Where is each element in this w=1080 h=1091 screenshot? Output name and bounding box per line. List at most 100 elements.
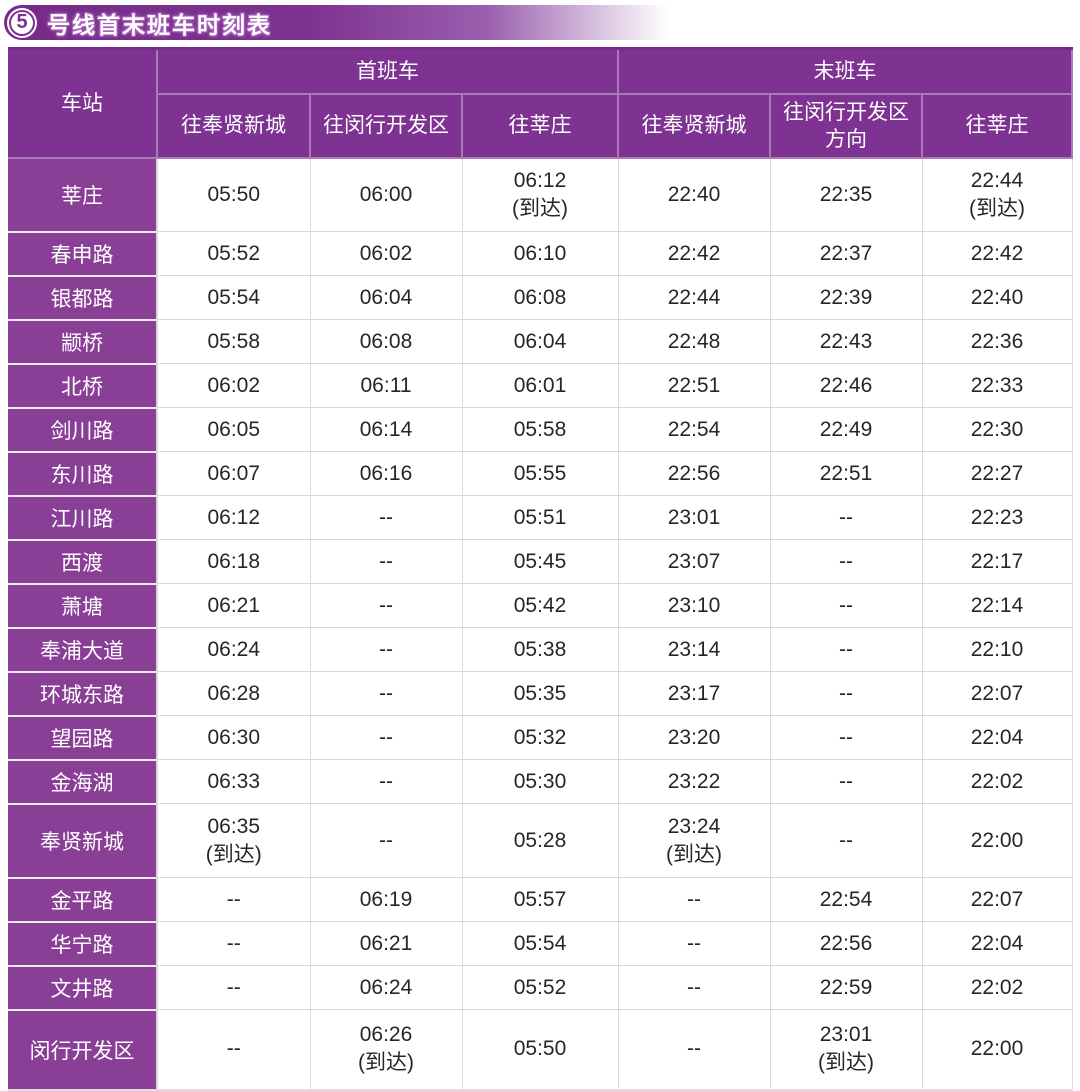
time-cell: 23:01 (到达) xyxy=(769,1009,923,1090)
table-row: 金平路 -- 06:19 05:57 -- 22:54 22:07 xyxy=(8,876,1073,922)
time-cell: 05:58 xyxy=(156,319,311,364)
station-cell: 金平路 xyxy=(8,876,158,922)
time-cell: 22:07 xyxy=(921,877,1073,922)
time-cell: -- xyxy=(309,759,463,804)
direction-header: 往奉贤新城 xyxy=(617,93,771,159)
time-cell: -- xyxy=(617,1009,771,1090)
time-cell: 06:19 xyxy=(309,877,463,922)
time-cell: 06:14 xyxy=(309,407,463,452)
timetable-header: 车站 首班车 末班车 往奉贤新城 往闵行开发区 往莘庄 往奉贤新城 往闵行开发区… xyxy=(8,48,1073,159)
time-cell: 23:17 xyxy=(617,671,771,716)
time-cell: 06:07 xyxy=(156,451,311,496)
time-cell: -- xyxy=(309,715,463,760)
table-row: 江川路 06:12 -- 05:51 23:01 -- 22:23 xyxy=(8,494,1073,540)
line-number-badge: 5 xyxy=(9,9,35,36)
time-cell: 06:33 xyxy=(156,759,311,804)
time-cell: 06:02 xyxy=(309,231,463,276)
time-cell: 05:50 xyxy=(461,1009,619,1090)
time-cell: -- xyxy=(617,877,771,922)
time-cell: 06:28 xyxy=(156,671,311,716)
station-cell: 奉贤新城 xyxy=(8,802,158,878)
time-cell: 22:39 xyxy=(769,275,923,320)
time-cell: 06:21 xyxy=(156,583,311,628)
direction-header: 往奉贤新城 xyxy=(156,93,311,159)
time-cell: 05:57 xyxy=(461,877,619,922)
time-cell: 22:40 xyxy=(617,157,771,232)
last-train-group-header: 末班车 xyxy=(617,48,1073,95)
time-cell: -- xyxy=(309,539,463,584)
time-cell: 22:23 xyxy=(921,495,1073,540)
table-row: 奉浦大道 06:24 -- 05:38 23:14 -- 22:10 xyxy=(8,626,1073,672)
time-cell: -- xyxy=(769,627,923,672)
table-row: 萧塘 06:21 -- 05:42 23:10 -- 22:14 xyxy=(8,582,1073,628)
station-cell: 春申路 xyxy=(8,230,158,276)
station-cell: 莘庄 xyxy=(8,156,158,232)
time-cell: 06:24 xyxy=(309,965,463,1010)
time-cell: 05:42 xyxy=(461,583,619,628)
direction-header: 往闵行开发区方向 xyxy=(769,93,923,159)
time-cell: 22:42 xyxy=(921,231,1073,276)
time-cell: 06:02 xyxy=(156,363,311,408)
time-cell: 05:52 xyxy=(156,231,311,276)
direction-header: 往莘庄 xyxy=(921,93,1073,159)
time-cell: 05:55 xyxy=(461,451,619,496)
station-cell: 北桥 xyxy=(8,362,158,408)
time-cell: 22:56 xyxy=(769,921,923,966)
station-cell: 望园路 xyxy=(8,714,158,760)
time-cell: -- xyxy=(309,803,463,878)
time-cell: 22:17 xyxy=(921,539,1073,584)
table-row: 春申路 05:52 06:02 06:10 22:42 22:37 22:42 xyxy=(8,230,1073,276)
time-cell: 06:05 xyxy=(156,407,311,452)
time-cell: 22:14 xyxy=(921,583,1073,628)
time-cell: -- xyxy=(156,921,311,966)
table-row: 东川路 06:07 06:16 05:55 22:56 22:51 22:27 xyxy=(8,450,1073,496)
time-cell: 22:59 xyxy=(769,965,923,1010)
time-cell: 23:01 xyxy=(617,495,771,540)
table-row: 北桥 06:02 06:11 06:01 22:51 22:46 22:33 xyxy=(8,362,1073,408)
time-cell: 22:00 xyxy=(921,1009,1073,1090)
station-cell: 西渡 xyxy=(8,538,158,584)
header-group-row: 车站 首班车 末班车 xyxy=(8,48,1073,159)
time-cell: 23:24 (到达) xyxy=(617,803,771,878)
time-cell: -- xyxy=(156,1009,311,1090)
time-cell: 22:51 xyxy=(617,363,771,408)
time-cell: -- xyxy=(769,803,923,878)
station-cell: 金海湖 xyxy=(8,758,158,804)
table-row: 金海湖 06:33 -- 05:30 23:22 -- 22:02 xyxy=(8,758,1073,804)
page-title-bar: 5 号线首末班车时刻表 xyxy=(4,5,1076,40)
time-cell: 22:54 xyxy=(769,877,923,922)
time-cell: 22:46 xyxy=(769,363,923,408)
time-cell: 22:48 xyxy=(617,319,771,364)
timetable: 车站 首班车 末班车 往奉贤新城 往闵行开发区 往莘庄 往奉贤新城 往闵行开发区… xyxy=(8,47,1073,1091)
time-cell: 23:07 xyxy=(617,539,771,584)
line-number: 5 xyxy=(16,11,28,33)
time-cell: 06:11 xyxy=(309,363,463,408)
time-cell: 22:51 xyxy=(769,451,923,496)
time-cell: -- xyxy=(309,627,463,672)
time-cell: 06:21 xyxy=(309,921,463,966)
station-cell: 江川路 xyxy=(8,494,158,540)
time-cell: 23:20 xyxy=(617,715,771,760)
time-cell: -- xyxy=(769,671,923,716)
time-cell: 22:43 xyxy=(769,319,923,364)
time-cell: -- xyxy=(309,671,463,716)
time-cell: -- xyxy=(309,583,463,628)
time-cell: -- xyxy=(769,583,923,628)
direction-header: 往闵行开发区 xyxy=(309,93,463,159)
time-cell: 06:01 xyxy=(461,363,619,408)
table-row: 文井路 -- 06:24 05:52 -- 22:59 22:02 xyxy=(8,964,1073,1010)
table-row: 环城东路 06:28 -- 05:35 23:17 -- 22:07 xyxy=(8,670,1073,716)
table-row: 银都路 05:54 06:04 06:08 22:44 22:39 22:40 xyxy=(8,274,1073,320)
time-cell: 22:36 xyxy=(921,319,1073,364)
time-cell: 06:08 xyxy=(461,275,619,320)
station-cell: 奉浦大道 xyxy=(8,626,158,672)
time-cell: 22:02 xyxy=(921,759,1073,804)
table-row: 望园路 06:30 -- 05:32 23:20 -- 22:04 xyxy=(8,714,1073,760)
time-cell: 06:16 xyxy=(309,451,463,496)
time-cell: 06:35 (到达) xyxy=(156,803,311,878)
time-cell: 22:42 xyxy=(617,231,771,276)
time-cell: 05:54 xyxy=(156,275,311,320)
time-cell: 05:50 xyxy=(156,157,311,232)
time-cell: 22:40 xyxy=(921,275,1073,320)
time-cell: 23:22 xyxy=(617,759,771,804)
